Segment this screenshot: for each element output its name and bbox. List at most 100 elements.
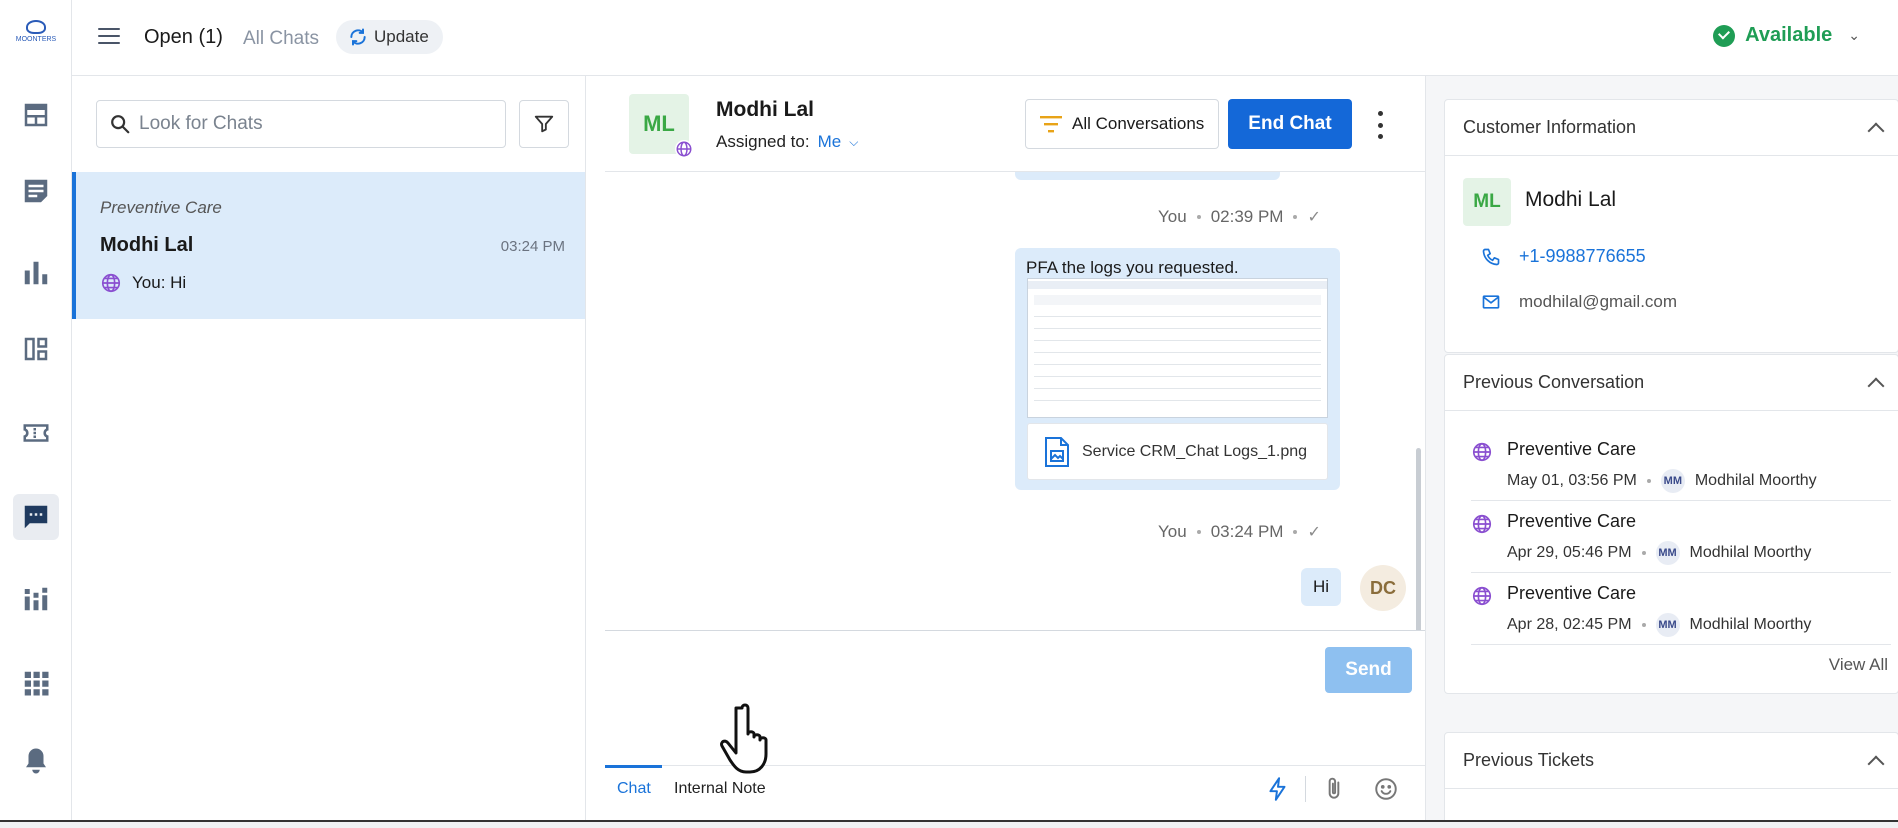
- view-all-link[interactable]: View All: [1829, 655, 1888, 675]
- tab-chat[interactable]: Chat: [617, 780, 651, 798]
- more-options-icon[interactable]: [1375, 111, 1385, 139]
- chevron-down-icon: ⌄: [1848, 27, 1860, 43]
- customer-avatar: ML: [1463, 178, 1511, 226]
- conversation-date: Apr 28, 02:45 PM: [1507, 616, 1632, 633]
- previous-conversation-header[interactable]: Previous Conversation: [1445, 355, 1898, 411]
- image-file-icon: [1045, 436, 1069, 467]
- phone-icon: [1482, 248, 1500, 265]
- paperclip-icon[interactable]: [1321, 776, 1347, 802]
- previous-conversation-item[interactable]: Preventive Care Apr 28, 02:45 PM MM Modh…: [1471, 573, 1891, 645]
- filter-button[interactable]: [519, 100, 569, 148]
- globe-icon: [675, 140, 693, 158]
- customer-email-row: modhilal@gmail.com: [1481, 292, 1677, 312]
- notes-icon: [24, 179, 48, 203]
- customer-name: Modhi Lal: [1525, 188, 1617, 211]
- filter-icon: [534, 115, 554, 133]
- update-label: Update: [374, 27, 429, 46]
- message-sender: You: [1158, 207, 1187, 226]
- rail-notes-button[interactable]: [13, 168, 59, 214]
- file-attachment[interactable]: Service CRM_Chat Logs_1.png: [1027, 423, 1328, 480]
- chevron-up-icon: [1867, 122, 1885, 139]
- chat-icon: [24, 505, 48, 529]
- agent-avatar: MM: [1655, 541, 1680, 565]
- check-icon: ✓: [1307, 209, 1321, 226]
- chat-list-panel: Preventive Care Modhi Lal 03:24 PM You: …: [72, 76, 586, 828]
- chat-preview: You: Hi: [100, 272, 186, 294]
- search-box: [96, 100, 506, 148]
- customer-email[interactable]: modhilal@gmail.com: [1519, 292, 1677, 312]
- contact-name: Modhi Lal: [716, 98, 814, 121]
- conversation-title: Preventive Care: [1507, 439, 1637, 459]
- message-bubble: Hi: [1301, 568, 1341, 606]
- previous-conversation-card: Previous Conversation Preventive Care Ma…: [1444, 354, 1898, 694]
- message-thread: You 02:39 PM ✓ PFA the logs you requeste…: [605, 172, 1425, 702]
- rail-reports-button[interactable]: [13, 576, 59, 622]
- previous-tickets-title: Previous Tickets: [1463, 750, 1595, 770]
- message-text: PFA the logs you requested.: [1026, 258, 1239, 277]
- image-preview[interactable]: [1027, 278, 1328, 418]
- update-button[interactable]: Update: [336, 20, 443, 54]
- send-button[interactable]: Send: [1325, 647, 1412, 693]
- globe-icon: [1472, 586, 1492, 606]
- dashboard-icon: [24, 337, 48, 361]
- search-icon: [111, 115, 130, 134]
- rail-chat-button[interactable]: [13, 494, 59, 540]
- agent-name: Modhilal Moorthy: [1694, 472, 1817, 489]
- globe-icon: [101, 273, 121, 293]
- customer-phone-row: +1-9988776655: [1481, 246, 1646, 267]
- customer-phone[interactable]: +1-9988776655: [1519, 246, 1646, 267]
- rail-apps-button[interactable]: [13, 660, 59, 706]
- conversation-meta: Apr 28, 02:45 PM MM Modhilal Moorthy: [1507, 613, 1811, 637]
- emoji-icon[interactable]: [1373, 776, 1399, 802]
- all-conversations-label: All Conversations: [1072, 114, 1205, 133]
- chat-contact-name: Modhi Lal: [100, 234, 194, 256]
- agent-avatar: DC: [1360, 565, 1406, 611]
- tab-internal-note[interactable]: Internal Note: [674, 780, 766, 798]
- rail-notifications-button[interactable]: [13, 738, 59, 784]
- conversation-title: Preventive Care: [1507, 583, 1637, 603]
- availability-dropdown[interactable]: Available ⌄: [1713, 24, 1860, 47]
- ticket-icon: [23, 424, 49, 442]
- previous-conversation-item[interactable]: Preventive Care May 01, 03:56 PM MM Modh…: [1471, 429, 1891, 501]
- chat-list-item[interactable]: Preventive Care Modhi Lal 03:24 PM You: …: [72, 172, 585, 319]
- previous-conversation-item[interactable]: Preventive Care Apr 29, 05:46 PM MM Modh…: [1471, 501, 1891, 573]
- top-bar: Open (1) All Chats Update Available ⌄: [72, 0, 1898, 76]
- tab-all-chats[interactable]: All Chats: [243, 28, 319, 50]
- message-sender: You: [1158, 522, 1187, 541]
- file-name: Service CRM_Chat Logs_1.png: [1082, 442, 1308, 460]
- conversation-date: Apr 29, 05:46 PM: [1507, 544, 1632, 561]
- reports-icon: [24, 587, 48, 611]
- conversation-date: May 01, 03:56 PM: [1507, 472, 1637, 489]
- lightning-icon[interactable]: [1265, 776, 1291, 802]
- globe-icon: [1472, 514, 1492, 534]
- all-conversations-button[interactable]: All Conversations: [1025, 99, 1220, 149]
- customer-information-title: Customer Information: [1463, 117, 1637, 137]
- agent-name: Modhilal Moorthy: [1689, 544, 1812, 561]
- assignee-selector[interactable]: Assigned to: Me ⌵: [716, 132, 858, 152]
- customer-information-card: Customer Information ML Modhi Lal +1-998…: [1444, 99, 1898, 353]
- message-meta: You 03:24 PM ✓: [1158, 522, 1321, 542]
- chat-category: Preventive Care: [100, 198, 222, 217]
- rail-analytics-button[interactable]: [13, 250, 59, 296]
- message-input[interactable]: [619, 645, 1179, 735]
- previous-conversation-title: Previous Conversation: [1463, 372, 1645, 392]
- message-bubble: PFA the logs you requested. Service CRM_…: [1015, 248, 1340, 490]
- conversation-meta: May 01, 03:56 PM MM Modhilal Moorthy: [1507, 469, 1817, 493]
- hand-cursor-icon: [720, 703, 768, 774]
- menu-icon[interactable]: [98, 28, 120, 46]
- previous-tickets-header[interactable]: Previous Tickets: [1445, 733, 1898, 789]
- tab-open-chats[interactable]: Open (1): [144, 26, 223, 49]
- apps-grid-icon: [24, 671, 49, 696]
- conversation-meta: Apr 29, 05:46 PM MM Modhilal Moorthy: [1507, 541, 1811, 565]
- rail-tables-button[interactable]: [13, 92, 59, 138]
- chevron-up-icon: [1867, 377, 1885, 394]
- rail-tickets-button[interactable]: [13, 410, 59, 456]
- refresh-icon: [350, 28, 366, 46]
- rail-dashboard-button[interactable]: [13, 326, 59, 372]
- globe-icon: [1472, 442, 1492, 462]
- customer-information-header[interactable]: Customer Information: [1445, 100, 1898, 156]
- email-icon: [1482, 295, 1500, 309]
- search-input[interactable]: [139, 113, 479, 135]
- agent-avatar: MM: [1660, 469, 1685, 493]
- end-chat-button[interactable]: End Chat: [1228, 99, 1352, 149]
